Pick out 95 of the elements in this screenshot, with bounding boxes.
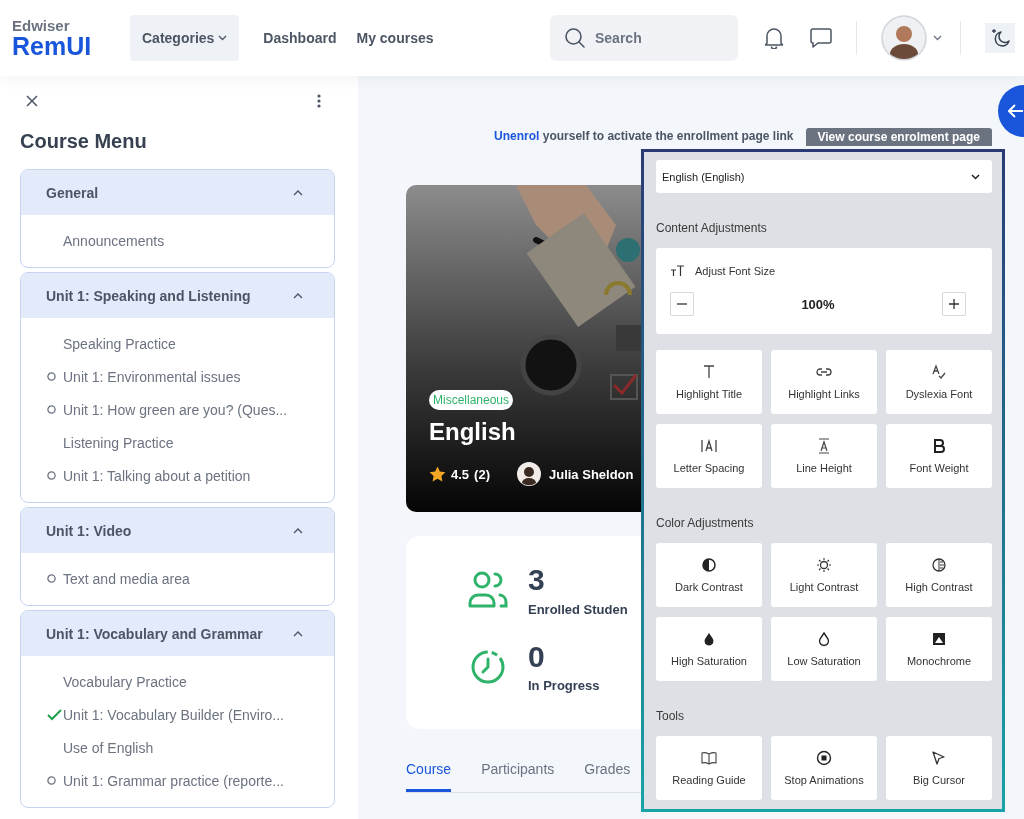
course-title: English — [429, 418, 517, 446]
language-select[interactable]: English (English) — [656, 160, 992, 193]
star-icon — [429, 466, 446, 482]
activity-link[interactable]: Text and media area — [63, 570, 190, 587]
tool-button[interactable]: Dark Contrast — [656, 543, 762, 607]
stat-value: 0 — [528, 640, 546, 672]
caret-icon — [293, 630, 303, 637]
spell-check-icon — [931, 364, 947, 380]
bell-icon[interactable] — [764, 27, 784, 49]
stat-value: 3 — [528, 564, 546, 596]
caret-icon — [293, 292, 303, 299]
activity-link[interactable]: Unit 1: Vocabulary Builder (Enviro... — [63, 706, 284, 723]
big-cursor-button[interactable]: Big Cursor — [886, 736, 992, 800]
image-icon — [931, 631, 947, 647]
people-icon — [468, 571, 508, 610]
logo-wordmark[interactable]: RemUI — [12, 33, 130, 59]
sidebar-title: Course Menu — [20, 130, 148, 153]
tool-button[interactable]: Highlight Title — [656, 350, 762, 414]
minus-icon — [677, 303, 687, 305]
subsection-label: Announcements — [63, 232, 165, 249]
half-circle-icon — [701, 557, 717, 573]
search-icon — [564, 27, 586, 49]
unenrol-link[interactable]: Unenrol — [494, 129, 540, 143]
tool-button[interactable]: High Contrast — [886, 543, 992, 607]
caret-icon — [293, 189, 303, 196]
tool-button[interactable]: Dyslexia Font — [886, 350, 992, 414]
logo-text: Edwiser — [12, 17, 71, 33]
book-icon — [701, 750, 717, 766]
tool-button[interactable]: Line Height — [771, 424, 877, 488]
font-size-label: Adjust Font Size — [695, 265, 776, 277]
font-size-icon — [670, 265, 685, 277]
close-icon[interactable] — [26, 95, 38, 107]
activity-link[interactable]: Unit 1: How green are you? (Ques... — [63, 401, 288, 418]
decrease-button[interactable] — [670, 292, 694, 316]
activity-link[interactable]: Unit 1: Grammar practice (reporte... — [63, 772, 284, 789]
stat-label: In Progress — [528, 678, 600, 693]
sun-icon — [816, 557, 832, 573]
chat-icon[interactable] — [810, 28, 832, 48]
bold-icon — [931, 438, 947, 454]
cursor-icon — [931, 750, 947, 766]
tool-button[interactable]: Highlight Links — [771, 350, 877, 414]
section-header[interactable]: Unit 1: Video — [21, 508, 334, 553]
stop-icon — [816, 750, 832, 766]
tool-button[interactable]: Monochrome — [886, 617, 992, 681]
contrast-icon — [931, 557, 947, 573]
plus-icon — [949, 299, 959, 309]
tab[interactable]: Participants — [481, 761, 555, 792]
section-title: Tools — [656, 708, 685, 724]
tool-button[interactable]: Letter Spacing — [656, 424, 762, 488]
section-title: Content Adjustments — [656, 220, 768, 236]
section-header[interactable]: General — [21, 170, 334, 215]
letter-t-icon — [701, 364, 717, 380]
more-icon[interactable] — [317, 94, 321, 108]
arrow-left-icon — [1008, 104, 1024, 118]
caret-icon — [293, 527, 303, 534]
caret-icon — [971, 173, 980, 180]
avatar-icon[interactable] — [881, 15, 927, 61]
teacher-avatar-icon — [516, 462, 541, 486]
stat-label: Enrolled Studen — [528, 601, 628, 617]
chevron-down-icon[interactable] — [933, 35, 942, 41]
section-header[interactable]: Unit 1: Speaking and Listening — [21, 273, 334, 318]
section-title: Color Adjustments — [656, 515, 755, 531]
tool-button[interactable]: Low Saturation — [771, 617, 877, 681]
activity-link[interactable]: Unit 1: Talking about a petition — [63, 467, 251, 484]
line-height-icon — [816, 438, 832, 454]
review-count: (2) — [474, 466, 490, 482]
tool-button[interactable]: Stop Animations — [771, 736, 877, 800]
tool-button[interactable]: Font Weight — [886, 424, 992, 488]
subsection-label: Vocabulary Practice — [63, 673, 187, 690]
drop-icon — [816, 631, 832, 647]
tool-button[interactable]: Reading Guide — [656, 736, 762, 800]
category-badge: Miscellaneous — [429, 390, 514, 410]
subsection-label: Speaking Practice — [63, 335, 176, 352]
tool-button[interactable]: High Saturation — [656, 617, 762, 681]
nav-link[interactable]: My courses — [348, 30, 442, 46]
letter-spacing-icon — [701, 438, 717, 454]
view-enrolment-button[interactable]: View course enrolment page — [805, 128, 992, 146]
caret-icon — [218, 35, 228, 41]
increase-button[interactable] — [942, 292, 966, 316]
nav-link[interactable]: Dashboard — [255, 30, 345, 46]
teacher-name[interactable]: Julia Sheldon — [548, 466, 634, 482]
moon-icon — [989, 27, 1011, 49]
font-size-value: 100% — [801, 296, 835, 312]
rating-value: 4.5 — [451, 466, 470, 482]
subsection-label: Use of English — [63, 739, 154, 756]
nav-dropdown[interactable]: Categories — [130, 15, 240, 61]
tool-button[interactable]: Light Contrast — [771, 543, 877, 607]
tab[interactable]: Course — [406, 761, 452, 792]
section-header[interactable]: Unit 1: Vocabulary and Grammar — [21, 611, 334, 656]
search-field[interactable]: Search — [550, 15, 738, 61]
enrol-notice: Unenrol yourself to activate the enrollment page link — [494, 129, 794, 143]
tab[interactable]: Grades — [584, 761, 631, 792]
dark-mode-button[interactable] — [985, 23, 1015, 53]
activity-link[interactable]: Unit 1: Environmental issues — [63, 368, 241, 385]
subsection-label: Listening Practice — [63, 434, 174, 451]
